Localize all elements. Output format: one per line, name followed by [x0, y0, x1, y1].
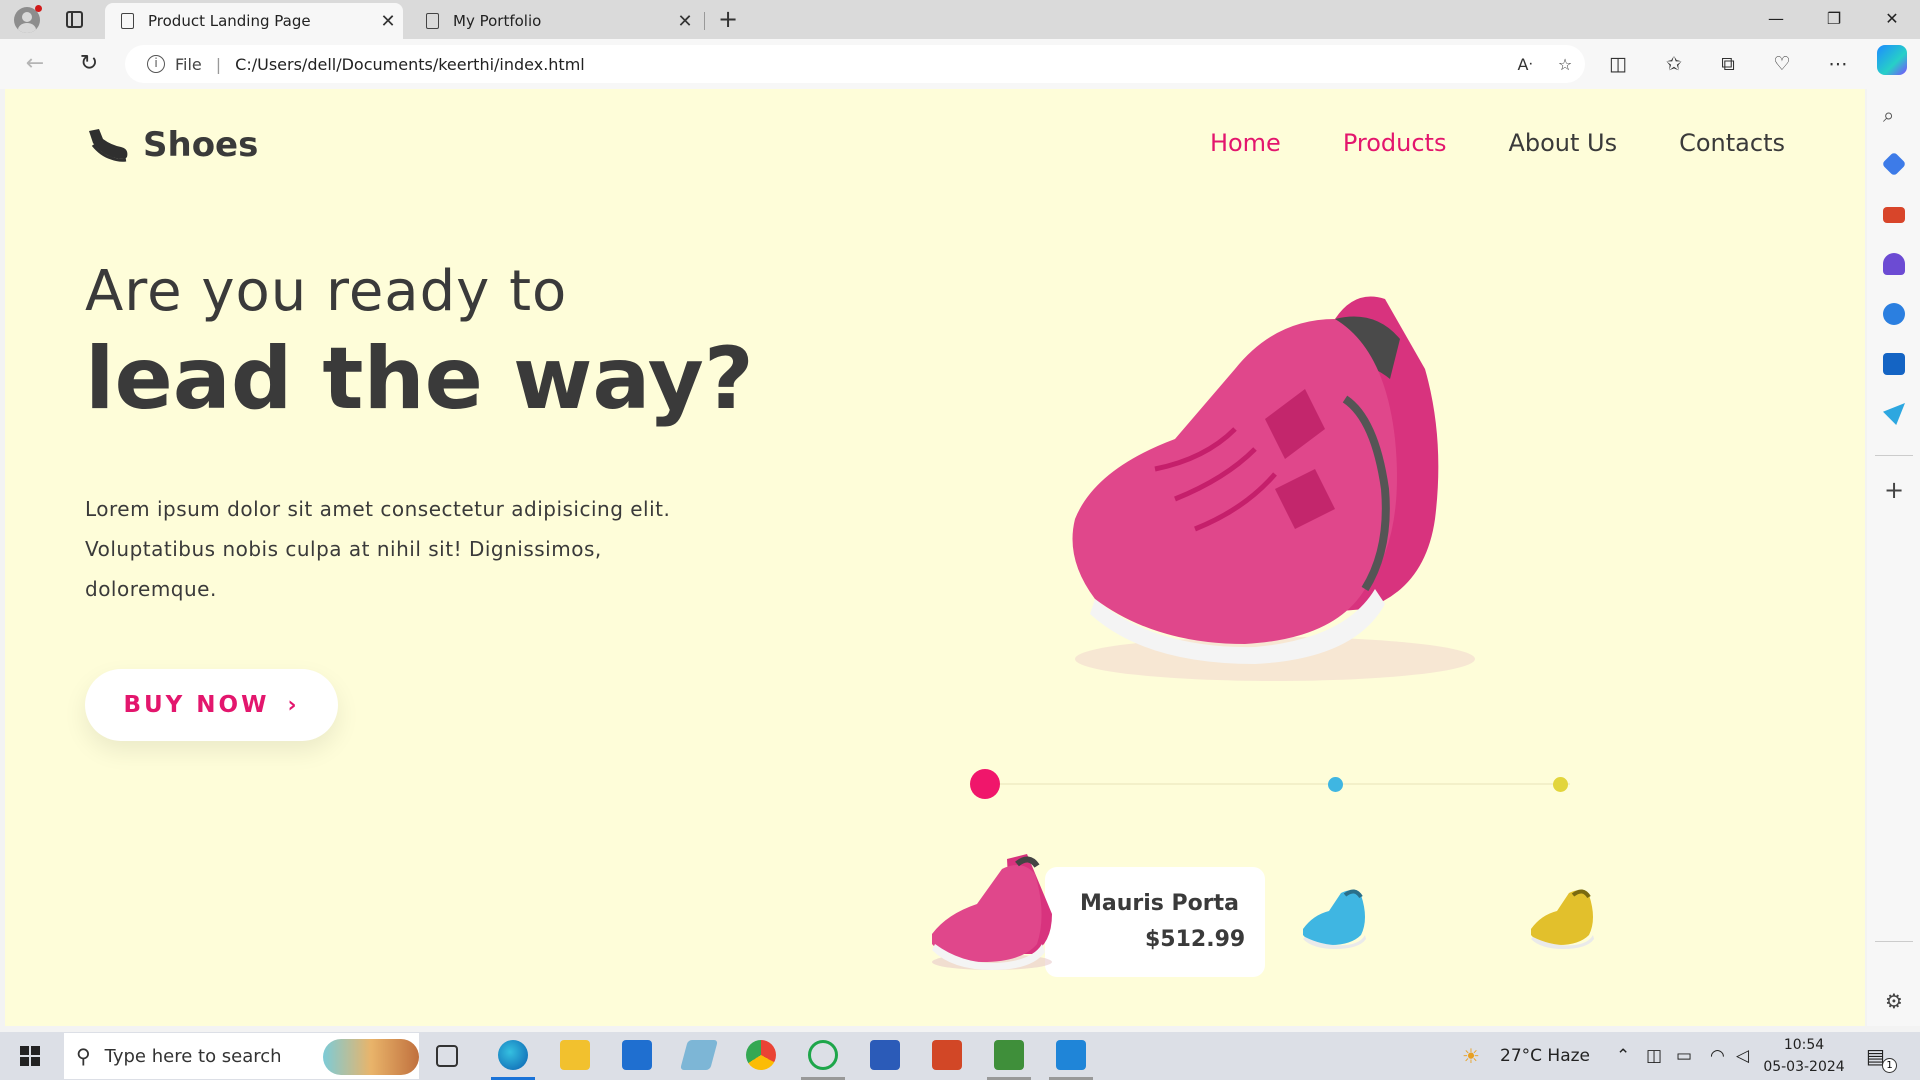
favorite-star-icon[interactable]: ☆: [1545, 55, 1585, 74]
microsoft-365-icon[interactable]: [1883, 303, 1905, 325]
yellow-shoe-thumbnail[interactable]: [1523, 879, 1603, 949]
split-screen-icon[interactable]: ◫: [1600, 47, 1636, 81]
minimize-button[interactable]: —: [1748, 0, 1804, 39]
battery-icon[interactable]: ▭: [1676, 1032, 1692, 1080]
shoe-logo-icon: [89, 129, 128, 162]
headline-small: Are you ready to: [85, 259, 568, 324]
photos-icon[interactable]: [1056, 1040, 1086, 1070]
weather-text[interactable]: 27°C Haze: [1500, 1032, 1590, 1080]
buy-now-label: BUY NOW: [123, 692, 270, 718]
tab-title: My Portfolio: [453, 12, 542, 30]
photo-editor-icon[interactable]: [994, 1040, 1024, 1070]
tab-my-portfolio[interactable]: My Portfolio ✕: [410, 3, 700, 39]
tab-divider: [704, 12, 705, 30]
shopping-tag-icon[interactable]: [1881, 151, 1907, 177]
notification-count-badge: 1: [1882, 1058, 1897, 1073]
wifi-icon[interactable]: ◠: [1710, 1032, 1725, 1080]
edge-sidebar: ⌕ + ⚙: [1867, 89, 1920, 1026]
mail-icon[interactable]: [622, 1040, 652, 1070]
page-icon: [121, 13, 134, 29]
close-tab-icon[interactable]: ✕: [373, 11, 403, 32]
settings-gear-icon[interactable]: ⚙: [1883, 989, 1905, 1013]
word-icon[interactable]: [870, 1040, 900, 1070]
product-card[interactable]: [1045, 867, 1265, 977]
whatsapp-icon[interactable]: [808, 1040, 838, 1070]
main-nav: Home Products About Us Contacts: [1210, 129, 1785, 157]
tools-icon[interactable]: [1883, 207, 1905, 223]
intro-paragraph: Lorem ipsum dolor sit amet consectetur a…: [85, 497, 671, 601]
tab-strip: Product Landing Page ✕ My Portfolio ✕ + …: [0, 0, 1920, 39]
hero-shoe-image: [1072, 296, 1475, 681]
add-icon[interactable]: +: [1883, 478, 1905, 502]
collections-icon[interactable]: ⧉: [1710, 47, 1746, 81]
url-text[interactable]: C:/Users/dell/Documents/keerthi/index.ht…: [235, 55, 1505, 74]
search-icon[interactable]: ⌕: [1883, 103, 1905, 127]
slider-dot-blue[interactable]: [1328, 777, 1343, 792]
games-icon[interactable]: [1883, 253, 1905, 275]
scheme-label: File: [175, 54, 202, 74]
outlook-icon[interactable]: [1883, 353, 1905, 375]
weather-icon[interactable]: ☀: [1462, 1032, 1480, 1080]
tab-product-landing[interactable]: Product Landing Page ✕: [105, 3, 403, 39]
powerpoint-icon[interactable]: [932, 1040, 962, 1070]
slider-dot-pink[interactable]: [970, 769, 1000, 799]
taskbar-search-box[interactable]: ⚲ Type here to search: [64, 1033, 419, 1079]
favorites-icon[interactable]: ✩: [1656, 47, 1692, 81]
close-tab-icon[interactable]: ✕: [670, 11, 700, 32]
address-divider: |: [215, 54, 222, 74]
reload-button[interactable]: ↻: [72, 47, 106, 81]
more-menu-icon[interactable]: ⋯: [1820, 47, 1856, 81]
nav-products[interactable]: Products: [1343, 129, 1447, 157]
address-row: ← ↻ i File | C:/Users/dell/Documents/kee…: [0, 39, 1920, 89]
meet-now-icon[interactable]: ◫: [1646, 1032, 1662, 1080]
performance-icon[interactable]: ♡: [1764, 47, 1800, 81]
clock-date: 05-03-2024: [1763, 1059, 1845, 1075]
page-icon: [426, 13, 439, 29]
tab-title: Product Landing Page: [148, 12, 311, 30]
close-window-button[interactable]: ✕: [1864, 0, 1920, 39]
pink-shoe-thumbnail[interactable]: [917, 844, 1067, 974]
profile-notification-dot: [35, 5, 42, 12]
notification-center-icon[interactable]: ▤: [1866, 1032, 1885, 1080]
tab-actions-icon[interactable]: [66, 11, 83, 28]
headline-big: lead the way?: [85, 329, 754, 429]
site-logo[interactable]: Shoes: [85, 125, 258, 165]
chrome-icon[interactable]: [746, 1040, 776, 1070]
chevron-up-icon[interactable]: ⌃: [1616, 1032, 1630, 1080]
info-icon[interactable]: i: [147, 55, 165, 73]
search-icon: ⚲: [76, 1044, 91, 1068]
notes-app-icon[interactable]: [679, 1040, 719, 1070]
sidebar-divider: [1875, 455, 1913, 456]
clock-time: 10:54: [1783, 1037, 1825, 1053]
new-tab-button[interactable]: +: [713, 5, 743, 35]
buy-now-button[interactable]: BUY NOW ›: [85, 669, 338, 741]
file-explorer-icon[interactable]: [560, 1040, 590, 1070]
slider-dot-yellow[interactable]: [1553, 777, 1568, 792]
task-view-icon[interactable]: [436, 1045, 458, 1067]
search-placeholder: Type here to search: [104, 1045, 282, 1067]
restore-button[interactable]: ❐: [1806, 0, 1862, 39]
search-highlight-image: [323, 1039, 419, 1075]
product-price: $512.99: [1145, 927, 1246, 952]
clock[interactable]: 10:54 05-03-2024: [1760, 1034, 1848, 1078]
back-button[interactable]: ←: [18, 47, 52, 81]
sidebar-divider: [1875, 941, 1913, 942]
slider-track: [980, 783, 1570, 785]
nav-home[interactable]: Home: [1210, 129, 1281, 157]
nav-about-us[interactable]: About Us: [1508, 129, 1617, 157]
product-name: Mauris Porta: [1080, 891, 1239, 916]
volume-icon[interactable]: ◁: [1736, 1032, 1749, 1080]
brand-name: Shoes: [143, 125, 259, 165]
copilot-icon[interactable]: [1877, 45, 1907, 75]
edge-browser-icon[interactable]: [498, 1040, 528, 1070]
web-page: Shoes Home Products About Us Contacts Ar…: [5, 89, 1865, 1026]
read-aloud-icon[interactable]: Aᐧ: [1505, 55, 1545, 74]
blue-shoe-thumbnail[interactable]: [1295, 879, 1375, 949]
send-icon[interactable]: [1883, 403, 1905, 425]
chevron-right-icon: ›: [287, 692, 300, 718]
address-bar[interactable]: i File | C:/Users/dell/Documents/keerthi…: [125, 45, 1585, 83]
windows-start-icon[interactable]: [20, 1046, 40, 1066]
windows-taskbar: ⚲ Type here to search ☀ 27°C Haze ⌃ ◫ ▭ …: [0, 1032, 1920, 1080]
nav-contacts[interactable]: Contacts: [1679, 129, 1785, 157]
